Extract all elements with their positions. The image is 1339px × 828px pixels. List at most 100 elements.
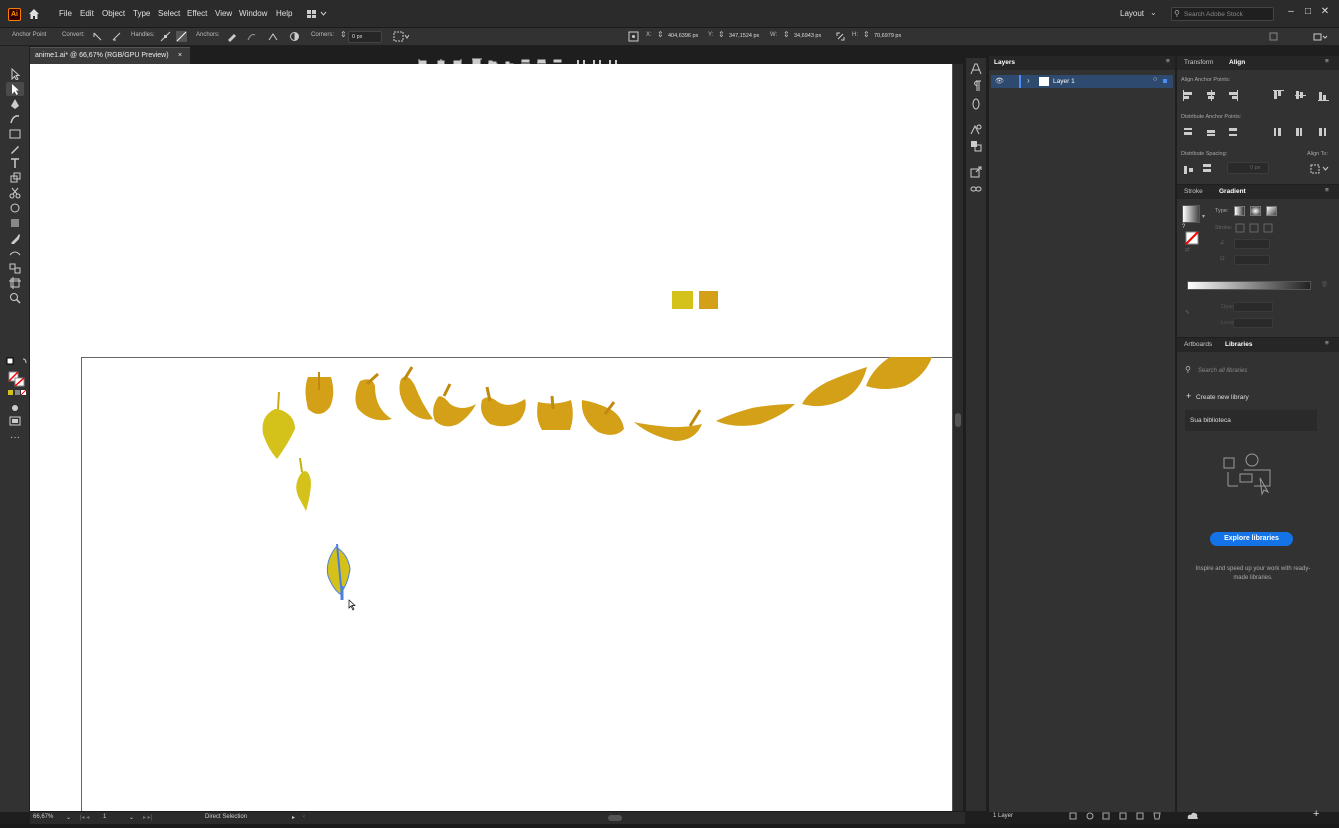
connect-anchor-icon[interactable] [246,31,257,42]
cut-path-icon[interactable] [267,31,278,42]
export-panel-icon[interactable] [970,166,982,178]
radial-gradient-button[interactable] [1250,206,1261,216]
free-transform-tool-icon[interactable] [9,217,22,229]
tab-align[interactable]: Align [1229,59,1245,66]
type-tool-icon[interactable] [9,157,22,169]
panel-menu-icon[interactable]: ≡ [1325,340,1329,347]
chevron-right-icon[interactable]: ▸ [292,814,295,821]
first-artboard-icon[interactable]: |◂ ◂ [80,814,89,821]
artboard-number[interactable]: 1 [103,814,106,820]
character-panel-icon[interactable] [970,63,982,75]
fill-stroke-swatch-icon[interactable] [8,371,26,387]
blend-tool-icon[interactable] [9,247,22,259]
library-item[interactable]: Sua biblioteca [1185,410,1317,431]
distribute-anchor-buttons[interactable] [1183,126,1333,140]
links-panel-icon[interactable] [970,183,982,195]
stepper-icon[interactable]: ⇕ [718,30,725,39]
selection-tool-icon[interactable] [9,68,22,80]
gradient-swatch[interactable] [1182,205,1200,223]
layer-name[interactable]: Layer 1 [1053,78,1075,85]
layers-footer-buttons[interactable] [1068,811,1168,821]
warp-tool-icon[interactable] [9,202,22,214]
zoom-tool-icon[interactable] [9,292,22,304]
more-options-icon[interactable] [1313,31,1329,42]
chevron-down-icon[interactable]: ⌄ [66,814,71,821]
select-similar-icon[interactable] [393,31,409,42]
home-icon[interactable] [28,8,40,20]
menu-window[interactable]: Window [239,9,267,18]
gradient-slider[interactable] [1187,281,1311,290]
spacing-field[interactable]: 0 px [1227,162,1269,174]
screen-mode-icon[interactable] [9,415,22,427]
menu-help[interactable]: Help [276,9,292,18]
close-window-button[interactable]: ✕ [1317,5,1333,19]
drawing-mode-icon[interactable] [9,402,22,414]
distribute-spacing-buttons[interactable] [1183,163,1223,177]
selection-indicator[interactable] [1163,79,1167,83]
appearance-panel-icon[interactable] [970,123,982,135]
rotate-tool-icon[interactable] [9,172,22,184]
library-search-input[interactable]: ⚲ Search all libraries [1181,364,1321,378]
chevron-down-icon[interactable]: ⌄ [129,814,134,821]
h-field[interactable]: 70,6979 px [871,31,911,43]
menu-select[interactable]: Select [158,9,180,18]
document-tab[interactable]: anime1.ai* @ 66,67% (RGB/GPU Preview) × [30,47,190,64]
graphic-styles-icon[interactable] [970,140,982,152]
swap-icon[interactable]: ? [1182,224,1185,230]
corners-field[interactable]: 0 px [348,31,382,43]
tab-gradient[interactable]: Gradient [1219,188,1246,195]
zoom-level[interactable]: 66,67% [33,814,53,820]
opentype-panel-icon[interactable] [970,98,982,110]
close-document-button[interactable]: × [178,52,182,59]
menu-file[interactable]: File [59,9,72,18]
next-artboard-icon[interactable]: ▸ ▸| [143,814,152,821]
x-field[interactable]: 404,6396 px [665,31,705,43]
panel-menu-icon[interactable]: ≡ [1166,58,1170,65]
vertical-scrollbar[interactable] [953,64,963,811]
create-library-button[interactable]: Create new library [1196,394,1249,401]
align-anchor-buttons[interactable] [1183,89,1333,103]
rectangle-tool-icon[interactable] [9,128,22,140]
arrange-documents-icon[interactable] [306,9,328,19]
symbol-sprayer-tool-icon[interactable] [9,262,22,274]
align-to-dropdown-icon[interactable] [1310,164,1332,175]
layer-row[interactable]: 👁 › Layer 1 ○ [991,75,1173,88]
stepper-icon[interactable]: ⇕ [783,30,790,39]
remove-anchor-icon[interactable] [226,31,237,42]
panel-menu-icon[interactable]: ≡ [1325,58,1329,65]
fill-stroke-swatch-icon[interactable] [1183,229,1199,245]
pen-tool-icon[interactable] [9,98,22,110]
maximize-button[interactable]: □ [1300,5,1316,19]
eye-icon[interactable]: 👁 [995,77,1004,85]
tab-transform[interactable]: Transform [1184,59,1213,66]
canvas-area[interactable] [30,64,953,811]
artboard-tool-icon[interactable] [9,277,22,289]
edit-toolbar-icon[interactable]: ··· [10,432,20,443]
target-icon[interactable]: ○ [1153,76,1157,83]
convert-smooth-icon[interactable] [111,31,122,42]
show-handles-icon[interactable] [160,31,171,42]
cloud-icon[interactable] [1187,811,1199,821]
stepper-icon[interactable]: ⇕ [863,30,870,39]
freeform-gradient-button[interactable] [1266,206,1277,216]
chevron-right-icon[interactable]: › [1027,76,1030,85]
stepper-icon[interactable]: ⇕ [657,30,664,39]
plus-icon[interactable]: + [1186,391,1191,401]
add-library-item-icon[interactable]: + [1313,808,1319,820]
w-field[interactable]: 34,6943 px [791,31,831,43]
scissors-tool-icon[interactable] [9,187,22,199]
fill-stroke-defaults-icon[interactable] [6,357,28,369]
paragraph-panel-icon[interactable] [970,80,982,92]
minimize-button[interactable]: – [1283,5,1299,19]
constrain-proportions-icon[interactable] [835,31,846,42]
menu-effect[interactable]: Effect [187,9,207,18]
menu-type[interactable]: Type [133,9,150,18]
convert-corner-icon[interactable] [92,31,103,42]
tab-layers[interactable]: Layers [994,59,1015,66]
pencil-tool-icon[interactable] [9,143,22,155]
chevron-down-icon[interactable]: ▾ [1202,213,1205,220]
curvature-tool-icon[interactable] [9,113,22,125]
chevron-left-icon[interactable]: ‹ [303,814,305,820]
menu-edit[interactable]: Edit [80,9,94,18]
panel-menu-icon[interactable]: ≡ [1325,187,1329,194]
